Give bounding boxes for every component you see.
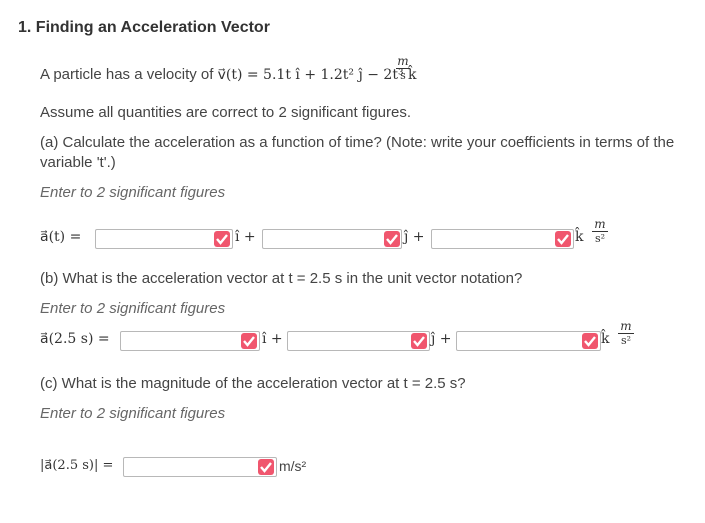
- accel-j-input[interactable]: [262, 229, 402, 249]
- checkmark-icon: [258, 459, 274, 475]
- question-title: 1. Finding an Acceleration Vector: [18, 19, 270, 36]
- accel-at-time-unit-numerator: m: [620, 319, 632, 333]
- accel-at-time-k-input[interactable]: [456, 331, 601, 351]
- sig-fig-hint-a: Enter to 2 significant figures: [40, 184, 226, 201]
- accel-at-time-i-input[interactable]: [120, 331, 260, 351]
- checkmark-icon: [582, 333, 598, 349]
- checkmark-icon: [384, 231, 400, 247]
- accel-unit-denominator: s²: [594, 232, 606, 245]
- accel-at-time-unit: m s²: [618, 320, 634, 347]
- accel-function-label: a⃗(t) =: [40, 229, 82, 245]
- question-intro: A particle has a velocity of v⃗(t) = 5.1…: [40, 66, 417, 83]
- accel-unit: m s²: [592, 218, 608, 245]
- checkmark-icon: [214, 231, 230, 247]
- accel-i-input[interactable]: [95, 229, 233, 249]
- i-hat-plus: î +: [262, 331, 283, 347]
- sig-fig-hint-c: Enter to 2 significant figures: [40, 405, 226, 422]
- j-hat-plus: ĵ +: [404, 229, 425, 245]
- magnitude-label: |a⃗(2.5 s)| =: [40, 458, 114, 473]
- part-b-prompt: (b) What is the acceleration vector at t…: [40, 270, 523, 287]
- k-hat: k̂: [575, 229, 584, 245]
- velocity-expression: v⃗(t) = 5.1t î + 1.2t² ĵ − 2t³ k̂: [217, 67, 417, 83]
- checkmark-icon: [555, 231, 571, 247]
- checkmark-icon: [411, 333, 427, 349]
- part-c-prompt: (c) What is the magnitude of the acceler…: [40, 375, 466, 392]
- i-hat-plus: î +: [235, 229, 256, 245]
- j-hat-plus: ĵ +: [431, 331, 452, 347]
- k-hat: k̂: [601, 331, 610, 347]
- accel-at-time-unit-denominator: s²: [620, 334, 632, 347]
- velocity-unit-numerator: m: [397, 54, 409, 68]
- part-a-prompt-cont: variable 't'.): [40, 154, 116, 171]
- accel-at-time-label: a⃗(2.5 s) =: [40, 331, 110, 347]
- magnitude-unit: m/s²: [279, 458, 307, 474]
- accel-k-input[interactable]: [431, 229, 574, 249]
- intro-text: A particle has a velocity of: [40, 66, 218, 83]
- velocity-unit-denominator: s: [400, 69, 406, 82]
- part-a-prompt: (a) Calculate the acceleration as a func…: [40, 134, 675, 151]
- assumption-text: Assume all quantities are correct to 2 s…: [40, 104, 412, 121]
- accel-unit-numerator: m: [594, 217, 606, 231]
- sig-fig-hint-b: Enter to 2 significant figures: [40, 300, 226, 317]
- accel-at-time-j-input[interactable]: [287, 331, 430, 351]
- magnitude-input[interactable]: [123, 457, 277, 477]
- checkmark-icon: [241, 333, 257, 349]
- velocity-unit: m s: [396, 55, 410, 82]
